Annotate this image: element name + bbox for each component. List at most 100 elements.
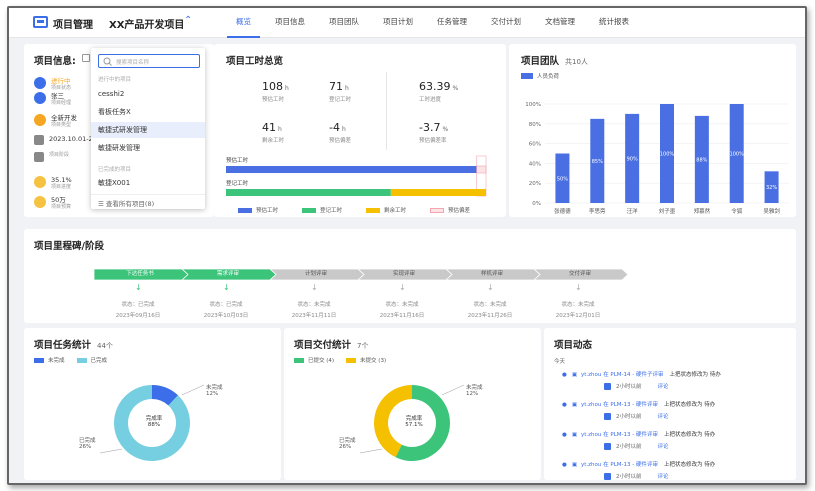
calendar-icon: ▣ [571, 372, 578, 378]
stage-status: 状态：已完成 [121, 302, 155, 308]
down-arrow-icon: ↓ [399, 283, 406, 292]
label-leader [359, 448, 383, 454]
tab-4[interactable]: 任务管理 [428, 8, 476, 38]
budget-icon [34, 196, 46, 208]
stage-date: 2023年11月16日 [379, 313, 425, 319]
activity-text: 上把状态修改为 待办 [664, 402, 716, 408]
stage-step[interactable]: 计划评审 [270, 269, 364, 280]
stage-step[interactable]: 交付评审 [534, 269, 628, 280]
milestone-title: 项目里程碑/阶段 [34, 241, 104, 252]
info-item: 2023.10.01-2 [34, 135, 93, 145]
app-window: 项目管理 XX产品开发项目 ⌃ 概览 项目信息 项目团队 项目计划 任务管理 交付计划 文档… [7, 6, 807, 485]
stage-date: 2023年09月16日 [115, 313, 161, 319]
checkbox-icon [604, 472, 611, 480]
activity-text: 上把状态修改为 待办 [664, 462, 716, 468]
tab-2[interactable]: 项目团队 [320, 8, 368, 38]
group-done-label: 已完成的项目 [98, 167, 132, 173]
info-label: 项目进度 [51, 184, 72, 190]
stage-step[interactable]: 样机评审 [446, 269, 540, 280]
progress-icon [34, 176, 46, 188]
task-donut-chart [99, 384, 205, 461]
info-label: 项目状态 [51, 85, 72, 91]
activity-text: 上把状态修改为 待办 [669, 372, 721, 378]
project-option[interactable]: 看板任务X [91, 104, 205, 120]
legend-swatch [366, 207, 380, 213]
delivery-done-label: 已完成 26% [339, 438, 356, 450]
project-option[interactable]: 敏捷研发管理 [91, 140, 205, 156]
tab-1[interactable]: 项目信息 [266, 8, 314, 38]
label-leader [181, 384, 205, 396]
y-tick-label: 100% [525, 102, 541, 108]
comment-link[interactable]: 评论 [658, 472, 669, 480]
team-card: 项目团队 共10人 人员负荷 100% 80% 60% 40% 20% 0% 50% 张德德 85… [509, 44, 796, 217]
comment-link[interactable]: 评论 [658, 412, 669, 420]
comment-link[interactable]: 评论 [658, 382, 669, 390]
search-icon [103, 57, 112, 66]
stage-step[interactable]: 实现评审 [358, 269, 452, 280]
view-all-projects-link[interactable]: ☰ 查看所有项目(8) [91, 194, 205, 208]
x-tick-label: 李思旁 [589, 207, 606, 215]
stage-name: 计划评审 [304, 271, 327, 277]
project-search-input[interactable]: 搜索项目名称 [98, 54, 200, 68]
activity-link[interactable]: yt.zhou 在 PLM-14 - 硬件子评审 [581, 372, 663, 378]
tab-5[interactable]: 交付计划 [482, 8, 530, 38]
activity-link[interactable]: yt.zhou 在 PLM-13 - 硬件评审 [581, 432, 658, 438]
stage-icon [34, 152, 44, 162]
info-value: 50万 [51, 196, 66, 204]
hours-bar-chart [226, 155, 487, 197]
top-bar: 项目管理 XX产品开发项目 ⌃ 概览 项目信息 项目团队 项目计划 任务管理 交付计划 文档… [9, 8, 805, 38]
view-all-label: 查看所有项目(8) [105, 200, 155, 208]
delivery-donut-chart [359, 384, 465, 461]
activity-line: ● ▣ yt.zhou 在 PLM-14 - 硬件子评审 上把状态修改为 待办 [562, 370, 802, 378]
info-item: 35.1% 项目进度 [34, 176, 72, 191]
activity-link[interactable]: yt.zhou 在 PLM-13 - 硬件评审 [581, 402, 658, 408]
project-logo-icon [33, 16, 48, 28]
search-placeholder: 搜索项目名称 [116, 60, 150, 66]
tab-7[interactable]: 统计报表 [590, 8, 638, 38]
stage-step[interactable]: 需求评审 [182, 269, 276, 280]
activity-line: ● ▣ yt.zhou 在 PLM-13 - 硬件评审 上把状态修改为 待办 [562, 430, 802, 438]
tab-3[interactable]: 项目计划 [374, 8, 422, 38]
bar-value-label: 100% [660, 152, 675, 158]
edit-icon[interactable] [82, 54, 90, 62]
chevron-up-icon[interactable]: ⌃ [184, 15, 192, 26]
label-leader [441, 384, 465, 396]
info-value: 35.1% [51, 176, 72, 184]
y-tick-label: 20% [529, 181, 541, 187]
bar-value-label: 32% [766, 185, 777, 191]
down-arrow-icon: ↓ [311, 283, 318, 292]
bar-value-label: 88% [696, 157, 707, 163]
checkbox-icon [604, 442, 611, 450]
activity-time: 2小时以前 [616, 384, 642, 390]
bar-estimated [226, 166, 477, 173]
comment-link[interactable]: 评论 [658, 442, 669, 450]
stage-date: 2023年10月03日 [203, 313, 249, 319]
tab-0[interactable]: 概览 [227, 8, 260, 38]
stage-step[interactable]: 下达任务书 [94, 269, 188, 280]
task-undone-label: 未完成 12% [206, 385, 223, 397]
project-option[interactable]: 敏捷X001 [91, 175, 205, 191]
info-value: 进行中 [51, 77, 71, 85]
manager-icon [34, 92, 46, 104]
delivery-donut-center: 完成率 57.1% [405, 416, 423, 428]
stage-date: 2023年11月26日 [467, 313, 513, 319]
y-tick-label: 40% [529, 161, 541, 167]
info-value: 张三 [51, 92, 64, 100]
stage-status: 状态：未完成 [561, 302, 595, 308]
activity-line: ● ▣ yt.zhou 在 PLM-13 - 硬件评审 上把状态修改为 待办 [562, 460, 802, 468]
x-tick-label: 郑慕然 [694, 207, 711, 215]
activity-link[interactable]: yt.zhou 在 PLM-13 - 硬件评审 [581, 462, 658, 468]
team-bar-chart: 100% 80% 60% 40% 20% 0% 50% 张德德 85% 李思旁 90% 汪洋 100% 刘… [525, 102, 789, 215]
task-done-label: 已完成 26% [79, 438, 96, 450]
x-tick-label: 吴雅剑 [763, 207, 780, 215]
project-option[interactable]: cesshi2 [91, 86, 205, 102]
project-selector[interactable]: XX产品开发项目 [109, 16, 184, 31]
tab-6[interactable]: 文档管理 [536, 8, 584, 38]
info-item: 全新开发 项目类型 [34, 114, 77, 129]
info-label: 项目预算 [51, 204, 72, 210]
bar-value-label: 50% [557, 176, 568, 182]
project-dropdown: 搜索项目名称 进行中的项目 cesshi2 看板任务X 敏捷式研发管理 敏捷研发管理 … [91, 48, 205, 209]
stage-name: 下达任务书 [126, 271, 154, 277]
project-option[interactable]: 敏捷式研发管理 [91, 122, 205, 138]
activity-item: ● ▣ yt.zhou 在 PLM-13 - 硬件评审 上把状态修改为 待办 2小时以前… [562, 430, 802, 450]
